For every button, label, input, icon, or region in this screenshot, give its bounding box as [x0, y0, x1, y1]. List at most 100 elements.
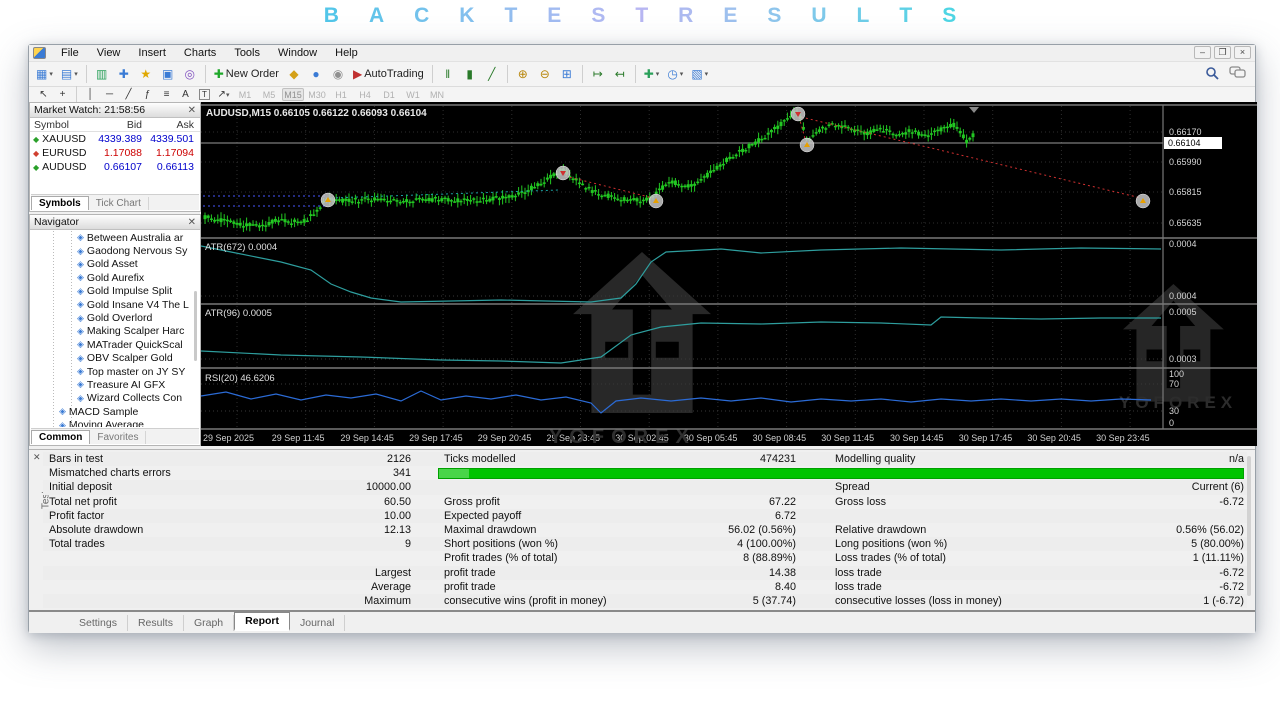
indicator-label: RSI(20) 46.6206 [205, 373, 275, 384]
terminal-toggle-button[interactable]: ▣ [158, 64, 178, 84]
menu-file[interactable]: File [52, 46, 88, 60]
navigator-item[interactable]: ◈Top master on JY SY [31, 365, 199, 378]
menu-insert[interactable]: Insert [129, 46, 175, 60]
strategy-tester-toggle-button[interactable]: ◎ [180, 64, 200, 84]
candle-body [492, 197, 495, 201]
timeframe-d1[interactable]: D1 [378, 88, 400, 101]
tester-tab-report[interactable]: Report [234, 612, 290, 631]
report-value: 2126 [289, 453, 411, 465]
navigator-item[interactable]: ◈Moving Average [31, 418, 199, 427]
vertical-line-tool-button[interactable]: │ [82, 88, 99, 102]
close-icon[interactable]: ✕ [188, 217, 196, 228]
trendline-tool-button[interactable]: ╱ [120, 88, 137, 102]
navigator-item[interactable]: ◈Between Australia ar [31, 231, 199, 244]
navigator-item[interactable]: ◈Making Scalper Harc [31, 325, 199, 338]
report-value: 5 (80.00%) [1069, 538, 1244, 550]
chart-area[interactable]: 29 Sep 202529 Sep 11:4529 Sep 14:4529 Se… [201, 102, 1257, 446]
symbol-row-audusd[interactable]: ◆AUDUSD0.661070.66113 [30, 160, 200, 174]
navigator-item[interactable]: ◈Gold Insane V4 The L [31, 298, 199, 311]
tab-symbols[interactable]: Symbols [31, 196, 89, 210]
new-chart-button[interactable]: ▦▾ [33, 64, 56, 84]
zoom-in-button[interactable]: ⊕ [513, 64, 533, 84]
channel-tool-button[interactable]: ≡ [158, 88, 175, 102]
tester-tab-settings[interactable]: Settings [69, 615, 128, 631]
scrollbar[interactable] [194, 291, 197, 361]
label-tool-button[interactable]: T [196, 88, 213, 102]
report-label: Spread [829, 481, 1069, 493]
navigator-item[interactable]: ◈MATrader QuickScal [31, 338, 199, 351]
menu-view[interactable]: View [88, 46, 130, 60]
templates-list-button[interactable]: ▧▾ [688, 64, 711, 84]
market-watch-tabs: SymbolsTick Chart [31, 194, 199, 210]
close-button[interactable]: × [1234, 46, 1251, 59]
timeframe-m1[interactable]: M1 [234, 88, 256, 101]
tester-tab-journal[interactable]: Journal [290, 615, 345, 631]
fibonacci-tool-button[interactable]: ƒ [139, 88, 156, 102]
candlestick-mode-button[interactable]: ▮ [460, 64, 480, 84]
experts-button[interactable]: ● [306, 64, 326, 84]
navigator-item[interactable]: ◈Gold Aurefix [31, 271, 199, 284]
timeframe-m5[interactable]: M5 [258, 88, 280, 101]
column-header-symbol[interactable]: Symbol [30, 119, 94, 131]
scrollbar[interactable] [1247, 456, 1251, 596]
tester-tab-graph[interactable]: Graph [184, 615, 234, 631]
navigator-toggle-button[interactable]: ★ [136, 64, 156, 84]
indicators-list-button[interactable]: ✚▾ [641, 64, 663, 84]
symbol-row-xauusd[interactable]: ◆XAUUSD4339.3894339.501 [30, 132, 200, 146]
chat-icon[interactable] [1229, 66, 1247, 80]
tab-common[interactable]: Common [31, 430, 90, 444]
market-watch-toggle-button[interactable]: ▥ [92, 64, 112, 84]
timeframe-m30[interactable]: M30 [306, 88, 328, 101]
column-header-bid[interactable]: Bid [94, 119, 146, 131]
report-row: Total net profit60.50Gross profit67.22Gr… [43, 495, 1247, 509]
bar-chart-mode-button[interactable]: ‖ [438, 64, 458, 84]
crosshair-tool-button[interactable]: + [54, 88, 71, 102]
autotrading-button[interactable]: ▶AutoTrading [350, 64, 427, 84]
channel-tool-icon: ≡ [164, 89, 170, 100]
horizontal-line-tool-button[interactable]: ─ [101, 88, 118, 102]
restore-button[interactable]: ❐ [1214, 46, 1231, 59]
auto-scroll-button[interactable]: ↦ [588, 64, 608, 84]
navigator-item[interactable]: ◈Gaodong Nervous Sy [31, 244, 199, 257]
column-header-ask[interactable]: Ask [146, 119, 198, 131]
menu-window[interactable]: Window [269, 46, 326, 60]
close-icon[interactable]: ✕ [188, 105, 196, 116]
market-button[interactable]: ◉ [328, 64, 348, 84]
cursor-tool-button[interactable]: ↖ [35, 88, 52, 102]
symbol-row-eurusd[interactable]: ◆EURUSD1.170881.17094 [30, 146, 200, 160]
menu-charts[interactable]: Charts [175, 46, 225, 60]
open-offline-button[interactable]: ▤▾ [58, 64, 81, 84]
timeframe-w1[interactable]: W1 [402, 88, 424, 101]
data-window-toggle-button[interactable]: ✚ [114, 64, 134, 84]
navigator-item[interactable]: ◈OBV Scalper Gold [31, 352, 199, 365]
line-chart-mode-button[interactable]: ╱ [482, 64, 502, 84]
text-tool-button[interactable]: A [177, 88, 194, 102]
timeframe-h1[interactable]: H1 [330, 88, 352, 101]
navigator-item[interactable]: ◈Treasure AI GFX [31, 378, 199, 391]
navigator-item[interactable]: ◈MACD Sample [31, 405, 199, 418]
timeframe-h4[interactable]: H4 [354, 88, 376, 101]
arrows-tool-button[interactable]: ↗▾ [215, 88, 232, 102]
candle-body [447, 198, 450, 201]
metaeditor-button[interactable]: ◆ [284, 64, 304, 84]
navigator-item[interactable]: ◈Gold Impulse Split [31, 285, 199, 298]
menu-tools[interactable]: Tools [225, 46, 269, 60]
navigator-item[interactable]: ◈Gold Overlord [31, 311, 199, 324]
tile-windows-button[interactable]: ⊞ [557, 64, 577, 84]
timeframe-mn[interactable]: MN [426, 88, 448, 101]
new-order-button[interactable]: ✚New Order [211, 64, 282, 84]
menu-help[interactable]: Help [326, 46, 367, 60]
chart-shift-button[interactable]: ↤ [610, 64, 630, 84]
tab-favorites[interactable]: Favorites [90, 431, 146, 444]
navigator-item[interactable]: ◈Gold Asset [31, 258, 199, 271]
candle-body [386, 201, 389, 203]
periods-list-button[interactable]: ◷▾ [664, 64, 686, 84]
search-icon[interactable] [1205, 66, 1219, 80]
tester-tab-results[interactable]: Results [128, 615, 184, 631]
timeframe-m15[interactable]: M15 [282, 88, 304, 101]
navigator-item[interactable]: ◈Wizard Collects Con [31, 392, 199, 405]
tab-tick-chart[interactable]: Tick Chart [89, 197, 149, 210]
close-icon[interactable]: ✕ [33, 452, 41, 463]
zoom-out-button[interactable]: ⊖ [535, 64, 555, 84]
minimize-button[interactable]: – [1194, 46, 1211, 59]
